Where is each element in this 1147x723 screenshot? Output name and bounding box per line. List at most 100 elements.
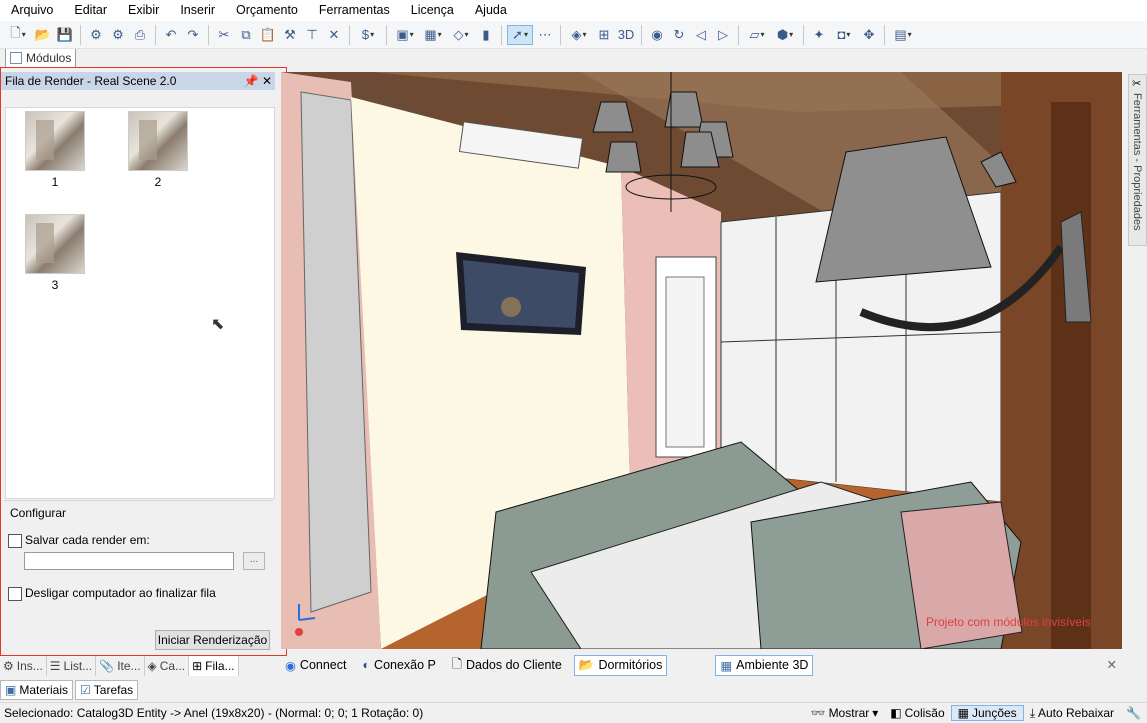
pin-icon[interactable]: 📌	[243, 74, 259, 88]
joints-toggle[interactable]: ▦ Junções	[950, 705, 1024, 721]
menu-editar[interactable]: Editar	[63, 0, 117, 21]
eye-icon[interactable]: ◉	[647, 25, 667, 45]
save-path-input[interactable]	[24, 552, 234, 570]
tab-label: Dormitórios	[598, 658, 663, 672]
collision-toggle[interactable]: ◧ Colisão	[884, 706, 950, 720]
tab-label: Dados do Cliente	[465, 658, 562, 672]
paint-icon[interactable]: ⊤	[302, 25, 322, 45]
tab-items[interactable]: 📎 Ite...	[96, 656, 145, 676]
mouse-cursor-icon: ⬉	[211, 316, 225, 333]
3d-view-icon: ▦	[720, 658, 733, 673]
render-icon[interactable]: ⚙	[86, 25, 106, 45]
close-icon[interactable]: ✕	[259, 74, 275, 88]
render-thumbnail[interactable]: 1	[25, 111, 85, 189]
render-queue-icon: ⊞	[192, 659, 203, 673]
cube-icon[interactable]: ⬢	[772, 25, 798, 45]
tab-dormitorios[interactable]: 📂 Dormitórios	[573, 654, 668, 676]
tab-label: Ambiente 3D	[736, 658, 809, 672]
tab-insert[interactable]: ⚙ Ins...	[0, 656, 47, 676]
layout-icon[interactable]: ▣	[392, 25, 418, 45]
menu-arquivo[interactable]: Arquivo	[0, 0, 63, 21]
arrow-left-icon[interactable]: ◁	[691, 25, 711, 45]
move-icon[interactable]: ✥	[859, 25, 879, 45]
tab-connect[interactable]: ◉ Connect	[281, 656, 350, 675]
tab-ambiente-3d[interactable]: ▦ Ambiente 3D	[715, 654, 814, 676]
menu-exibir[interactable]: Exibir	[117, 0, 169, 21]
shutdown-checkbox[interactable]	[8, 587, 22, 601]
tab-label: Fila...	[205, 659, 235, 673]
open-folder-icon[interactable]: 📂	[33, 25, 53, 45]
conexao-icon: ◐	[362, 658, 371, 672]
modules-tab[interactable]: Módulos	[5, 49, 77, 68]
layers-icon: ◈	[147, 659, 157, 673]
menu-licenca[interactable]: Licença	[400, 0, 464, 21]
light-icon[interactable]: ✦	[809, 25, 829, 45]
tab-label: Tarefas	[93, 683, 134, 697]
tab-label: Ite...	[117, 659, 141, 673]
menu-ferramentas[interactable]: Ferramentas	[308, 0, 400, 21]
measure-icon[interactable]: ⋯	[535, 25, 555, 45]
render-thumbnail[interactable]: 2	[128, 111, 188, 189]
properties-side-tab[interactable]: ✂ Ferramentas - Propriedades	[1128, 74, 1147, 246]
block-icon[interactable]: ▮	[476, 25, 496, 45]
tab-list[interactable]: ☰ List...	[47, 656, 97, 676]
undo-icon[interactable]: ↶	[161, 25, 181, 45]
toolbar-divider	[386, 24, 387, 45]
tab-materiais[interactable]: ▣ Materiais	[0, 680, 74, 700]
toolbar-divider	[560, 24, 561, 45]
paste-icon[interactable]: 📋	[258, 25, 278, 45]
render-queue-header: Fila de Render - Real Scene 2.0 📌 ✕	[1, 72, 275, 90]
menu-ajuda[interactable]: Ajuda	[464, 0, 517, 21]
print-icon[interactable]: ⎙	[130, 25, 150, 45]
menu-orcamento[interactable]: Orçamento	[225, 0, 308, 21]
render-thumbnail[interactable]: 3	[25, 214, 85, 292]
layers-icon[interactable]: ◈	[566, 25, 592, 45]
new-file-icon[interactable]: 🗋	[5, 25, 31, 45]
tasks-icon: ☑	[80, 683, 91, 697]
photo-camera-icon[interactable]: ◘	[831, 25, 857, 45]
copy-icon[interactable]: ⧉	[236, 25, 256, 45]
insert-icon: ⚙	[3, 659, 14, 673]
start-render-button[interactable]: Iniciar Renderização	[155, 630, 270, 650]
cut-icon[interactable]: ✂	[214, 25, 234, 45]
save-icon[interactable]: 💾	[55, 25, 75, 45]
render-preview-image	[128, 111, 188, 171]
3d-viewport[interactable]: Projeto com módulos invisíveis	[281, 72, 1122, 649]
document-tabs: ◉ Connect ◐ Conexão P 🗋 Dados do Cliente 📂 D…	[281, 653, 1147, 677]
money-icon[interactable]: $	[355, 25, 381, 45]
tab-tarefas[interactable]: ☑ Tarefas	[75, 680, 139, 700]
save-render-checkbox[interactable]	[8, 534, 22, 548]
close-tab-icon[interactable]: ✕	[1107, 657, 1117, 672]
redo-icon[interactable]: ↷	[183, 25, 203, 45]
dimension-icon[interactable]: ⊞	[594, 25, 614, 45]
delete-icon[interactable]: ✕	[324, 25, 344, 45]
tab-dados-cliente[interactable]: 🗋 Dados do Cliente	[448, 653, 566, 678]
arrow-right-icon[interactable]: ▷	[713, 25, 733, 45]
tab-label: Ca...	[159, 659, 186, 673]
collision-icon: ◧	[890, 706, 902, 720]
camera-rotate-icon[interactable]: ↻	[669, 25, 689, 45]
tab-layers[interactable]: ◈ Ca...	[145, 656, 190, 676]
scene-render	[281, 72, 1122, 649]
toolbar-divider	[349, 24, 350, 45]
status-label: Auto Rebaixar	[1038, 706, 1115, 720]
select-pointer-icon[interactable]: ➚	[507, 24, 533, 45]
wrench-icon[interactable]: 🔧	[1120, 706, 1147, 720]
browse-button[interactable]: ...	[243, 552, 265, 570]
menu-inserir[interactable]: Inserir	[169, 0, 225, 21]
render-queue-icon[interactable]: ⚙	[108, 25, 128, 45]
window-layout-icon[interactable]: ▤	[890, 25, 916, 45]
frame-icon[interactable]: ▱	[744, 25, 770, 45]
shape-icon[interactable]: ◇	[448, 25, 474, 45]
main-toolbar: 🗋 📂 💾 ⚙ ⚙ ⎙ ↶ ↷ ✂ ⧉ 📋 ⚒ ⊤ ✕ $ ▣ ▦ ◇ ▮ ➚ …	[0, 21, 1147, 49]
show-menu[interactable]: 👓 Mostrar ▾	[805, 706, 885, 720]
view-3d-icon[interactable]: 3D	[616, 25, 636, 45]
hammer-icon[interactable]: ⚒	[280, 25, 300, 45]
wall-icon[interactable]: ▦	[420, 25, 446, 45]
tab-render-queue[interactable]: ⊞ Fila...	[189, 656, 239, 676]
save-render-label: Salvar cada render em:	[25, 533, 150, 547]
shutdown-label: Desligar computador ao finalizar fila	[25, 586, 216, 600]
toolbar-divider	[155, 24, 156, 45]
auto-lower-toggle[interactable]: ⤓ Auto Rebaixar	[1024, 706, 1120, 721]
tab-conexao[interactable]: ◐ Conexão P	[358, 656, 439, 674]
